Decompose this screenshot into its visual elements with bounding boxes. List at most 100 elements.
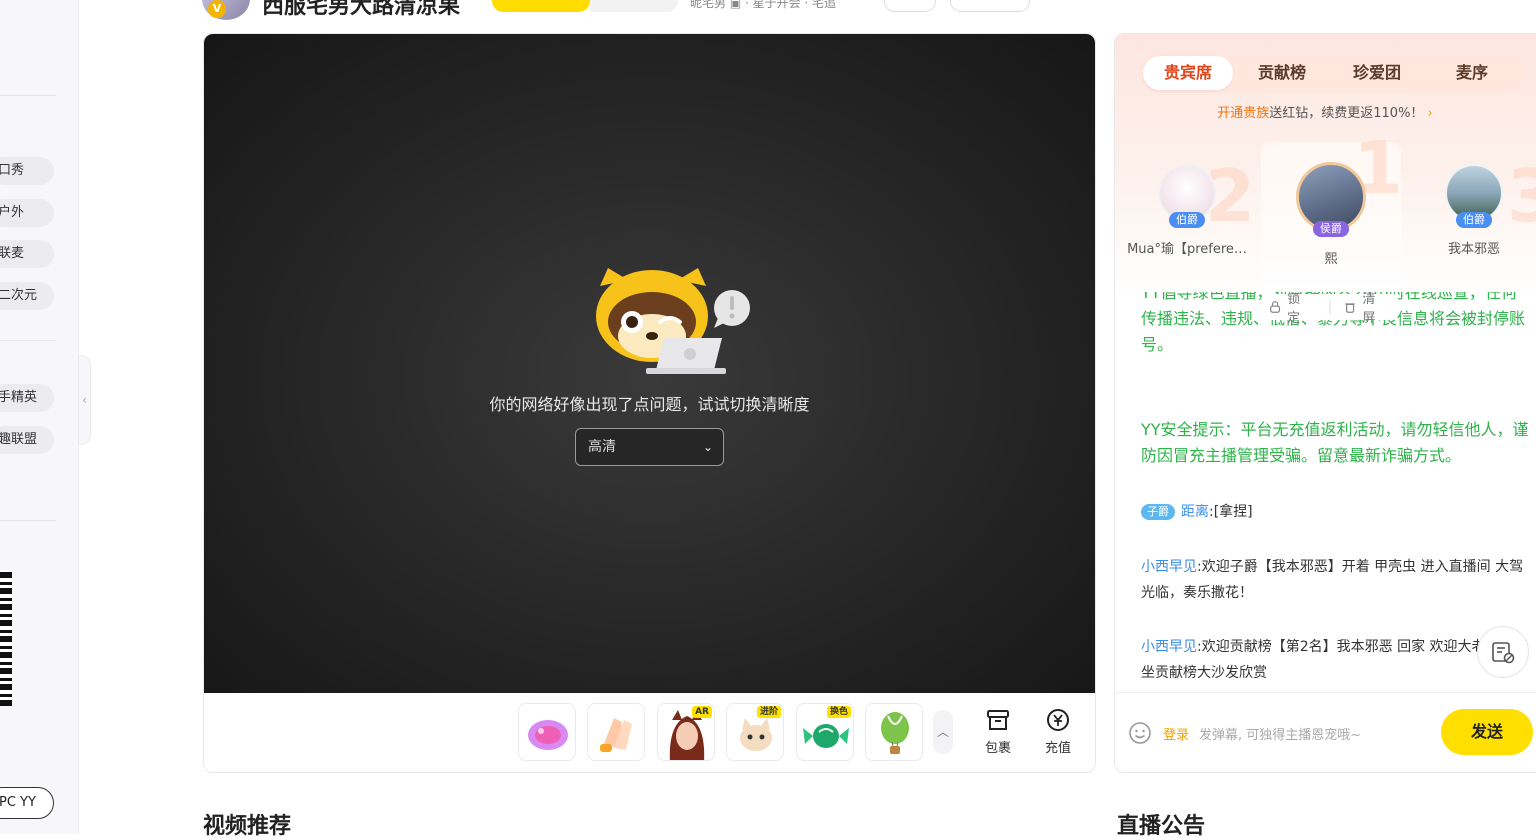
quality-select[interactable]: 高清 ⌄ — [575, 428, 724, 466]
chat-user-name[interactable]: 小西早见 — [1141, 559, 1197, 575]
fluffy-gift-icon — [528, 720, 568, 750]
gift-item[interactable]: 换色 — [796, 703, 854, 761]
tab-mic-queue[interactable]: 麦序 — [1427, 56, 1517, 90]
noble-promo[interactable]: 开通贵族送红钻，续费更返110%！ › — [1115, 102, 1535, 121]
avatar: 侯爵 — [1296, 162, 1366, 237]
noble-badge: 子爵 — [1141, 504, 1175, 520]
avatar: 伯爵 — [1445, 164, 1503, 228]
gift-badge: AR — [692, 706, 712, 718]
chat-message: 小西早见:欢迎子爵【我本邪恶】开着 甲壳虫 进入直播间 大驾光临，奏乐撒花！ — [1141, 554, 1533, 606]
sidebar-category[interactable]: 联麦 — [0, 240, 54, 268]
chat-text: :欢迎子爵【我本邪恶】开着 甲壳虫 进入直播间 大驾光临，奏乐撒花！ — [1141, 559, 1524, 601]
chat-message: 小西早见:欢迎贡献榜【第2名】我本邪恶 回家 欢迎大老板，请坐贡献榜大沙发欣赏 — [1141, 634, 1533, 686]
gift-badge: 换色 — [826, 706, 851, 718]
chat-filter-icon — [1492, 642, 1515, 664]
sidebar-category[interactable]: 二次元 — [0, 282, 54, 310]
sidebar-divider — [0, 95, 56, 96]
danmaku-input-bar: 登录 发弹幕, 可独得主播恩宠哦~ 发送 — [1115, 692, 1536, 772]
promo-highlight: 开通贵族 — [1217, 106, 1270, 121]
chevron-up-icon: ︿ — [936, 725, 949, 739]
chat-tools: 锁定 | 清屏 — [1263, 292, 1397, 326]
balloon-gift-icon — [881, 712, 909, 754]
level-badge: V — [208, 0, 226, 18]
avatar: 伯爵 — [1158, 164, 1216, 228]
noble-badge: 侯爵 — [1313, 221, 1349, 237]
gift-item[interactable] — [587, 703, 645, 761]
sidebar-divider — [0, 340, 56, 341]
package-label: 包裹 — [984, 741, 1011, 756]
rank-user-name: 我本邪恶 — [1447, 242, 1500, 257]
live-notice-title: 直播公告 — [1117, 814, 1206, 839]
quality-selected-value: 高清 — [588, 439, 616, 455]
gift-item[interactable] — [865, 703, 923, 761]
chevron-right-icon: › — [1423, 106, 1433, 121]
tab-fan-group[interactable]: 珍爱团 — [1332, 56, 1422, 90]
danmaku-input[interactable]: 发弹幕, 可独得主播恩宠哦~ — [1199, 724, 1361, 743]
clear-chat-button[interactable]: 清屏 — [1338, 292, 1397, 326]
clap-gift-icon — [600, 718, 632, 752]
tab-vip-seats[interactable]: 贵宾席 — [1143, 56, 1233, 90]
gift-expand-button[interactable]: ︿ — [933, 710, 953, 754]
lock-icon — [1270, 301, 1281, 313]
rank-user-name: 熙 — [1324, 252, 1338, 267]
sidebar-category[interactable]: 手精英 — [0, 384, 54, 412]
recharge-label: 充值 — [1044, 741, 1071, 756]
package-icon — [987, 710, 1009, 730]
left-sidebar: 口秀 户外 联麦 二次元 手精英 趣联盟 PC YY — [0, 0, 79, 834]
emoji-icon[interactable] — [1128, 721, 1152, 745]
gift-item[interactable]: 进阶 — [726, 703, 784, 761]
qr-code — [0, 570, 12, 706]
sidebar-category[interactable]: 户外 — [0, 199, 54, 227]
sidebar-category[interactable]: 口秀 — [0, 157, 54, 185]
clear-label: 清屏 — [1362, 292, 1376, 326]
rank-header: 贵宾席 贡献榜 珍爱团 麦序 开通贵族送红钻，续费更返110%！ › 2 1 3… — [1115, 34, 1536, 294]
chat-list[interactable]: YY倡导绿色直播，对直播内容24小时在线巡查，任何传播违法、违规、低俗、暴力等不… — [1115, 292, 1536, 692]
video-player[interactable]: 你的网络好像出现了点问题，试试切换清晰度 高清 ⌄ — [204, 34, 1095, 693]
lock-chat-button[interactable]: 锁定 — [1263, 292, 1322, 326]
interaction-panel: 贵宾席 贡献榜 珍爱团 麦序 开通贵族送红钻，续费更返110%！ › 2 1 3… — [1114, 33, 1536, 773]
video-player-card: 你的网络好像出现了点问题，试试切换清晰度 高清 ⌄ AR 进阶 换色 ︿ 包裹 … — [203, 33, 1096, 773]
chat-text: :欢迎贡献榜【第2名】我本邪恶 回家 欢迎大老板，请坐贡献榜大沙发欣赏 — [1141, 639, 1528, 681]
room-meta: 昵宅男 ▣ · 星于开会 · 宅追 — [690, 0, 837, 10]
chat-text: :[拿捏] — [1209, 504, 1253, 520]
package-button[interactable]: 包裹 — [976, 707, 1020, 759]
promo-text: 送红钻，续费更返110%！ — [1269, 106, 1424, 121]
rank-entry[interactable]: 侯爵 熙 — [1271, 162, 1391, 267]
chat-message: 子爵 距离:[拿捏] — [1141, 499, 1533, 525]
follow-button[interactable] — [492, 0, 590, 12]
safety-notice: YY安全提示：平台无充值返利活动，请勿轻信他人，谨防因冒充主播管理受骗。留意最新… — [1141, 420, 1529, 465]
hot-value — [1116, 0, 1192, 12]
send-button[interactable]: 发送 — [1441, 709, 1533, 755]
sidebar-divider — [0, 520, 56, 521]
noble-badge: 伯爵 — [1169, 212, 1205, 228]
rank-entry[interactable]: 伯爵 我本邪恶 — [1414, 164, 1534, 257]
room-tag[interactable] — [950, 0, 1030, 12]
lock-label: 锁定 — [1287, 292, 1301, 326]
chat-user-name[interactable]: 距离 — [1181, 504, 1209, 520]
recharge-icon — [1047, 709, 1069, 731]
sidebar-collapse-toggle[interactable]: ‹ — [79, 355, 91, 445]
video-recommend-title: 视频推荐 — [203, 814, 292, 839]
recharge-button[interactable]: 充值 — [1036, 707, 1080, 759]
gift-item[interactable] — [518, 703, 576, 761]
tab-contribution[interactable]: 贡献榜 — [1237, 56, 1327, 90]
network-error-message: 你的网络好像出现了点问题，试试切换清晰度 — [489, 395, 810, 414]
room-tag[interactable] — [884, 0, 936, 12]
gift-badge: 进阶 — [756, 706, 781, 718]
trash-icon — [1345, 303, 1356, 313]
raccoon-mascot-icon — [596, 268, 750, 374]
sidebar-category[interactable]: 趣联盟 — [0, 426, 54, 454]
anchor-avatar[interactable]: V — [202, 0, 250, 20]
rank-tabs: 贵宾席 贡献榜 珍爱团 麦序 — [1140, 53, 1524, 93]
chat-user-name[interactable]: 小西早见 — [1141, 639, 1197, 655]
room-title: 西服宅男大路清凉果 — [262, 0, 461, 19]
rank-entry[interactable]: 伯爵 Mua°瑜【prefere… — [1127, 164, 1247, 257]
room-header: V 西服宅男大路清凉果 昵宅男 ▣ · 星于开会 · 宅追 — [200, 0, 1536, 20]
gift-bar: AR 进阶 换色 ︿ 包裹 充值 — [204, 693, 1095, 772]
fans-count-button[interactable] — [590, 0, 678, 12]
chevron-down-icon: ⌄ — [702, 440, 713, 454]
gift-item[interactable]: AR — [657, 703, 715, 761]
pc-yy-download-button[interactable]: PC YY — [0, 787, 54, 819]
login-link[interactable]: 登录 — [1163, 724, 1189, 743]
chat-settings-button[interactable] — [1477, 626, 1529, 678]
